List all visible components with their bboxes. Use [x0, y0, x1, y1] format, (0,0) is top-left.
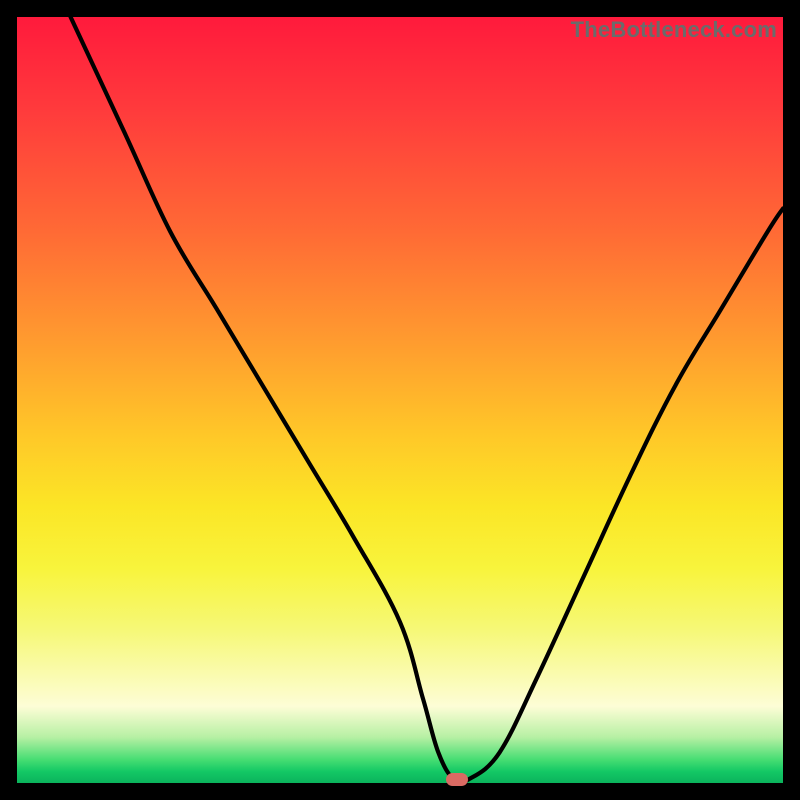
plot-area: TheBottleneck.com: [17, 17, 783, 783]
chart-frame: TheBottleneck.com: [0, 0, 800, 800]
bottleneck-curve: [17, 17, 783, 783]
curve-path: [71, 17, 783, 783]
optimum-marker: [446, 773, 468, 786]
